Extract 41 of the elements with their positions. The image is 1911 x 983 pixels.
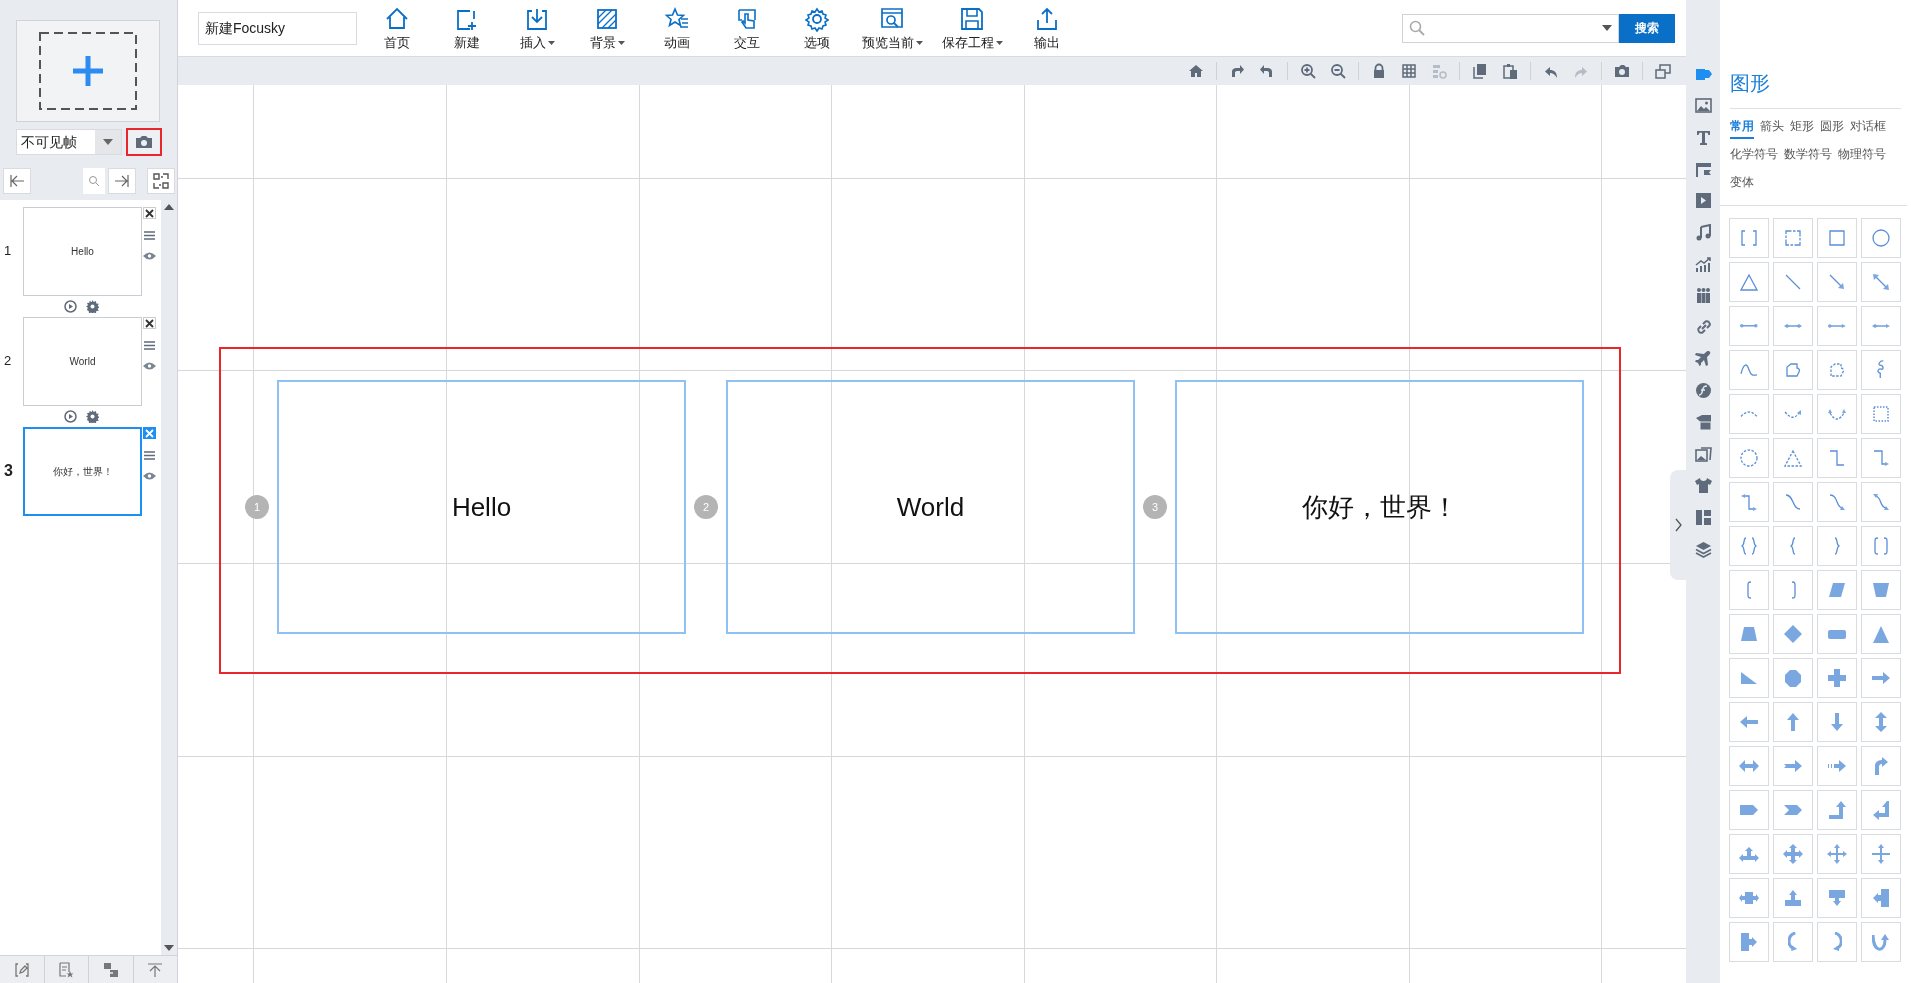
frame-number-badge: 2 (694, 495, 718, 519)
frame-thumbnail[interactable]: 你好，世界！ (23, 427, 142, 516)
search-button[interactable]: 搜索 (1619, 13, 1675, 43)
shape-category-tab[interactable]: 矩形 (1790, 117, 1814, 139)
shape-category-tab[interactable]: 圆形 (1820, 117, 1844, 139)
toolbar-button[interactable]: 输出 (1012, 0, 1082, 56)
toolbar-button[interactable]: 交互 (712, 0, 782, 56)
frame-thumbnail[interactable]: Hello (23, 207, 142, 296)
canvas-frame[interactable]: 你好，世界！ (1175, 380, 1584, 634)
thumbnail-text: Hello (71, 245, 94, 259)
frame-number-badge: 3 (1143, 495, 1167, 519)
frame-number: 2 (3, 352, 13, 371)
shape-category-tab[interactable]: 对话框 (1850, 117, 1886, 139)
frame-thumbnail[interactable]: World (23, 317, 142, 406)
frame-text: Hello (451, 490, 512, 524)
toolbar-button[interactable]: 动画 (642, 0, 712, 56)
toolbar-button[interactable]: 预览当前 (852, 0, 932, 56)
shape-category-tab[interactable]: 箭头 (1760, 117, 1784, 139)
canvas-frame[interactable]: Hello (277, 380, 686, 634)
frame-number-badge: 1 (245, 495, 269, 519)
frame-text: World (896, 490, 965, 524)
thumbnail-text: 你好，世界！ (52, 465, 113, 479)
frame-number: 3 (3, 461, 14, 481)
toolbar-button[interactable]: 首页 (362, 0, 432, 56)
shape-category-tab[interactable]: 物理符号 (1838, 145, 1886, 167)
toolbar-button[interactable]: 背景 (572, 0, 642, 56)
shape-category-tab[interactable]: 常用 (1730, 117, 1754, 139)
frame-number: 1 (3, 242, 13, 261)
thumbnail-text: World (69, 355, 96, 369)
canvas-frame[interactable]: World (726, 380, 1135, 634)
toolbar-button[interactable]: 保存工程 (932, 0, 1012, 56)
toolbar-button[interactable]: 新建 (432, 0, 502, 56)
toolbar-button[interactable]: 插入 (502, 0, 572, 56)
toolbar-button[interactable]: 选项 (782, 0, 852, 56)
frame-type-dropdown[interactable]: 不可见帧 (16, 129, 122, 155)
shape-category-tab[interactable]: 变体 (1730, 173, 1754, 195)
shape-category-tab[interactable]: 化学符号 (1730, 145, 1778, 167)
panel-title: 图形 (1730, 71, 1771, 96)
project-title-field[interactable]: 新建Focusky (198, 11, 357, 45)
shape-category-tab[interactable]: 数学符号 (1784, 145, 1832, 167)
frame-text: 你好，世界！ (1301, 490, 1458, 524)
